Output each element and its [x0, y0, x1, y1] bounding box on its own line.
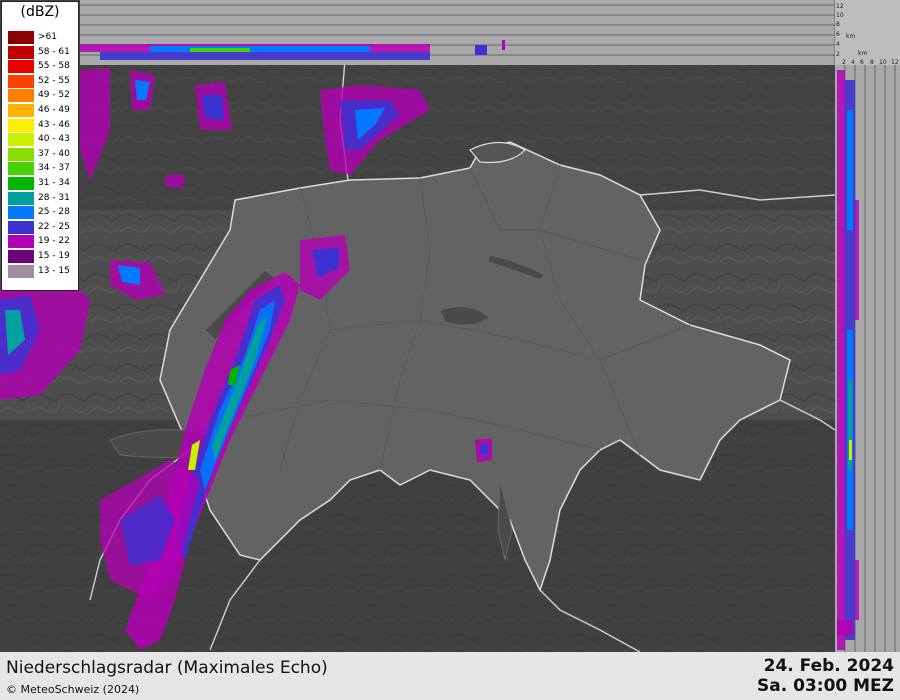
legend-label: 34 - 37: [38, 163, 70, 174]
scale-tick-6: 6: [836, 31, 840, 38]
scale-x-tick-6: 6: [860, 59, 864, 66]
legend-swatch: [8, 89, 34, 103]
corner-scale: 12 10 8 6 4 2 km km 2 4 6 8 10 12: [835, 0, 900, 66]
legend-swatch: [8, 45, 34, 59]
legend-label: >61: [38, 32, 57, 42]
radar-map: 12 10 8 6 4 2 km km 2 4 6 8 10 12: [0, 0, 900, 652]
legend-swatch: [8, 60, 34, 74]
scale-x-tick-10: 10: [879, 59, 887, 66]
top-profile-panel: [80, 0, 836, 65]
legend-swatch: [8, 250, 34, 263]
forecast-date: 24. Feb. 2024: [763, 656, 894, 676]
legend-swatch: [8, 147, 34, 161]
legend-swatch: [8, 118, 34, 132]
legend-label: 46 - 49: [38, 105, 70, 115]
scale-unit-km-2: km: [858, 50, 867, 57]
legend-swatch: [8, 206, 34, 220]
legend-label: 13 - 15: [38, 265, 70, 276]
legend-label: 25 - 28: [38, 207, 70, 218]
legend-swatch: [8, 191, 34, 205]
dbz-legend: (dBZ) >61 58 - 61 55 - 58 52 - 55 49 - 52 46 …: [1, 1, 79, 291]
legend-swatch: [8, 220, 34, 234]
scale-tick-4: 4: [836, 41, 840, 48]
legend-title: (dBZ): [20, 4, 60, 20]
legend-label: 28 - 31: [38, 192, 70, 203]
scale-x-tick-4: 4: [851, 59, 855, 66]
scale-tick-10: 10: [836, 12, 844, 19]
scale-x-tick-8: 8: [870, 59, 874, 66]
legend-label: 22 - 25: [38, 221, 70, 232]
legend-label: 31 - 34: [38, 178, 70, 188]
legend-swatch: [8, 264, 34, 278]
legend-swatch: [8, 133, 34, 147]
legend-swatch: [8, 31, 34, 44]
right-profile-panel: [835, 65, 900, 652]
scale-tick-12: 12: [836, 3, 844, 10]
legend-label: 49 - 52: [38, 90, 70, 101]
legend-label: 43 - 46: [38, 119, 70, 130]
legend-label: 37 - 40: [38, 148, 70, 159]
legend-label: 15 - 19: [38, 251, 70, 261]
scale-tick-8: 8: [836, 21, 840, 28]
legend-label: 19 - 22: [38, 236, 70, 247]
product-title: Niederschlagsradar (Maximales Echo): [6, 658, 328, 678]
legend-swatch: [8, 74, 34, 88]
forecast-time: Sa. 03:00 MEZ: [757, 676, 894, 696]
legend-swatch: [8, 162, 34, 176]
scale-x-tick-2: 2: [842, 59, 846, 66]
scale-x-tick-12: 12: [891, 59, 899, 66]
legend-label: 40 - 43: [38, 134, 70, 145]
legend-swatch: [8, 104, 34, 117]
legend-label: 55 - 58: [38, 61, 70, 72]
scale-tick-2: 2: [836, 51, 840, 58]
legend-swatch: [8, 177, 34, 190]
copyright-notice: © MeteoSchweiz (2024): [6, 683, 140, 696]
footer-bar: Niederschlagsradar (Maximales Echo) © Me…: [0, 652, 900, 700]
legend-label: 52 - 55: [38, 75, 70, 86]
scale-unit-km: km: [846, 33, 855, 40]
legend-label: 58 - 61: [38, 46, 70, 57]
legend-swatch: [8, 235, 34, 249]
